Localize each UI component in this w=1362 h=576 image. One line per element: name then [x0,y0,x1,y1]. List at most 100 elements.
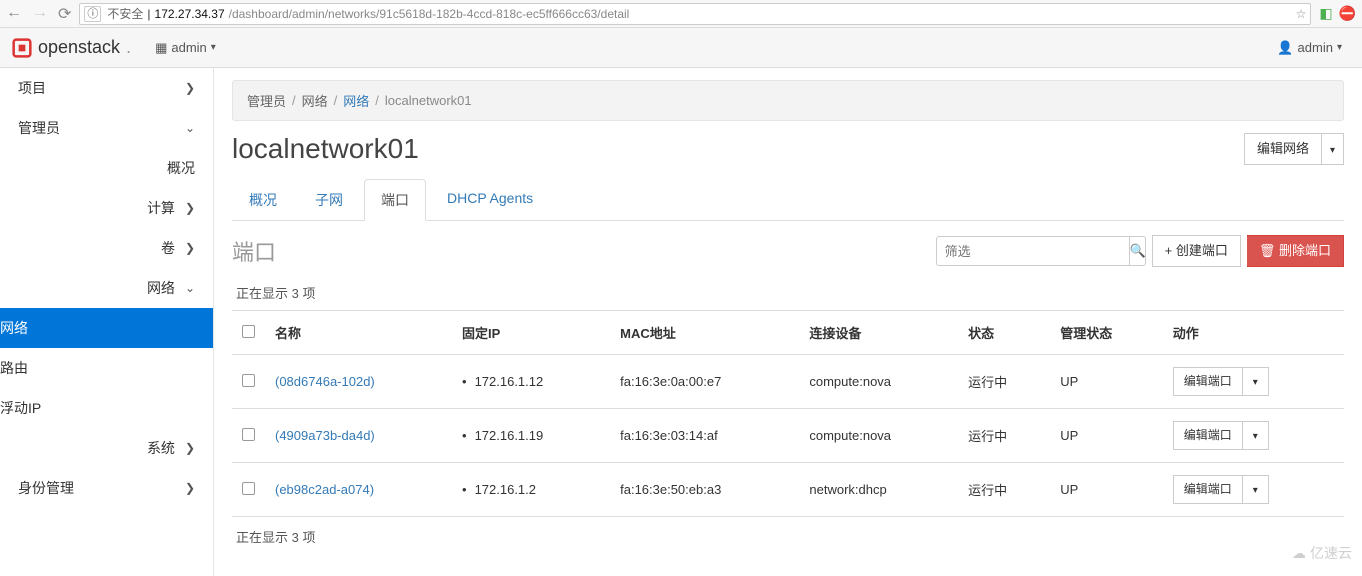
sidebar-item-identity[interactable]: 身份管理❯ [0,468,213,508]
section-title: 端口 [232,235,276,267]
status: 运行中 [958,355,1050,409]
col-status[interactable]: 状态 [958,311,1050,355]
search-icon: 🔍 [1130,243,1146,259]
edit-network-button[interactable]: 编辑网络 [1244,133,1322,165]
breadcrumb-network: 网络 [302,91,328,110]
chevron-down-icon: ▾ [1330,145,1335,156]
select-all-checkbox[interactable] [242,325,255,338]
sidebar-item-network-group[interactable]: 网络⌄ [0,268,213,308]
sidebar-item-compute[interactable]: 计算❯ [0,188,213,228]
url-host: 172.27.34.37 [155,7,225,21]
tab-overview[interactable]: 概况 [232,179,294,220]
row-actions-dropdown[interactable]: ▾ [1243,367,1269,396]
col-admin-state[interactable]: 管理状态 [1050,311,1162,355]
filter-box: 🔍 [936,236,1146,266]
row-checkbox[interactable] [242,374,255,387]
chevron-down-icon: ▾ [1253,377,1258,388]
row-actions-dropdown[interactable]: ▾ [1243,475,1269,504]
edit-port-button[interactable]: 编辑端口 [1173,367,1243,396]
search-button[interactable]: 🔍 [1129,237,1146,265]
col-mac[interactable]: MAC地址 [610,311,799,355]
table-caption-top: 正在显示 3 项 [232,275,1344,310]
port-name-link[interactable]: (4909a73b-da4d) [275,428,375,443]
brand-logo[interactable]: openstack. [12,37,131,58]
sidebar-item-project[interactable]: 项目❯ [0,68,213,108]
breadcrumb: 管理员 / 网络 / 网络 / localnetwork01 [232,80,1344,121]
chevron-down-icon: ▾ [211,42,216,53]
sidebar-item-overview[interactable]: 概况 [0,148,213,188]
chevron-right-icon: ❯ [185,241,195,255]
row-actions-dropdown[interactable]: ▾ [1243,421,1269,450]
table-row: (4909a73b-da4d)172.16.1.19fa:16:3e:03:14… [232,409,1344,463]
extension-icon[interactable]: ◧ [1319,5,1332,22]
edit-port-button[interactable]: 编辑端口 [1173,421,1243,450]
info-icon[interactable]: ⓘ [84,6,101,22]
col-device[interactable]: 连接设备 [799,311,958,355]
chevron-down-icon: ▾ [1253,431,1258,442]
chevron-right-icon: ❯ [185,81,195,95]
user-menu[interactable]: 👤 admin ▾ [1269,36,1350,60]
filter-input[interactable] [937,244,1129,259]
fixed-ip: 172.16.1.12 [462,374,543,389]
domain-switcher[interactable]: ▦ admin ▾ [147,36,224,60]
openstack-icon [12,38,32,58]
forward-icon[interactable]: → [32,4,48,24]
browser-chrome: ← → ⟳ ⓘ 不安全 | 172.27.34.37/dashboard/adm… [0,0,1362,28]
port-name-link[interactable]: (eb98c2ad-a074) [275,482,374,497]
admin-state: UP [1050,409,1162,463]
col-fixed-ip[interactable]: 固定IP [452,311,610,355]
breadcrumb-networks-link[interactable]: 网络 [343,91,369,110]
breadcrumb-current: localnetwork01 [385,93,472,108]
tabs: 概况 子网 端口 DHCP Agents [232,179,1344,221]
chevron-right-icon: ❯ [185,441,195,455]
user-icon: 👤 [1277,40,1293,56]
ports-table: 名称 固定IP MAC地址 连接设备 状态 管理状态 动作 (08d6746a-… [232,310,1344,516]
mac-address: fa:16:3e:50:eb:a3 [610,463,799,517]
chevron-down-icon: ▾ [1337,42,1342,53]
sidebar-item-networks[interactable]: 网络 [0,308,213,348]
back-icon[interactable]: ← [6,4,22,24]
chevron-down-icon: ⌄ [185,121,195,135]
attached-device: network:dhcp [799,463,958,517]
sidebar-item-floating-ips[interactable]: 浮动IP [0,388,213,428]
tab-dhcp-agents[interactable]: DHCP Agents [430,179,550,220]
sidebar-item-routers[interactable]: 路由 [0,348,213,388]
edit-network-dropdown[interactable]: ▾ [1322,133,1344,165]
reload-icon[interactable]: ⟳ [58,4,71,24]
breadcrumb-admin: 管理员 [247,91,286,110]
col-actions: 动作 [1163,311,1344,355]
sidebar: 项目❯ 管理员⌄ 概况 计算❯ 卷❯ 网络⌄ 网络 路由 浮动IP 系统❯ 身份 [0,68,214,576]
row-checkbox[interactable] [242,428,255,441]
table-row: (eb98c2ad-a074) 172.16.1.2 fa:16:3e:50:eb:… [232,463,1344,517]
chevron-right-icon: ❯ [185,201,195,215]
sidebar-item-volume[interactable]: 卷❯ [0,228,213,268]
tab-subnets[interactable]: 子网 [298,179,360,220]
chevron-down-icon: ▾ [1253,485,1258,496]
admin-state: UP [1050,355,1162,409]
chevron-down-icon: ⌄ [185,281,195,295]
row-checkbox[interactable] [242,482,255,495]
status: 运行中 [958,409,1050,463]
table-caption-bottom: 正在显示 3 项 [232,516,1344,556]
page-title: localnetwork01 [232,133,419,165]
edit-port-button[interactable]: 编辑端口 [1173,475,1243,504]
grid-icon: ▦ [155,40,167,56]
fixed-ip: 172.16.1.2 [462,482,536,497]
topbar: openstack. ▦ admin ▾ 👤 admin ▾ [0,28,1362,68]
sidebar-item-admin[interactable]: 管理员⌄ [0,108,213,148]
bookmark-icon[interactable]: ☆ [1296,7,1307,21]
tab-ports[interactable]: 端口 [364,179,426,221]
col-name[interactable]: 名称 [265,311,452,355]
table-row: (08d6746a-102d)172.16.1.12fa:16:3e:0a:00… [232,355,1344,409]
extension-adblock-icon[interactable]: ⛔ [1339,5,1356,22]
fixed-ip: 172.16.1.19 [462,428,543,443]
attached-device: compute:nova [799,355,958,409]
url-path: /dashboard/admin/networks/91c5618d-182b-… [229,7,630,21]
create-port-button[interactable]: + 创建端口 [1152,235,1241,267]
watermark: ☁ 亿速云 [1292,543,1352,563]
sidebar-item-system[interactable]: 系统❯ [0,428,213,468]
delete-ports-button[interactable]: 🗑 删除端口 [1247,235,1344,267]
port-name-link[interactable]: (08d6746a-102d) [275,374,375,389]
url-bar[interactable]: ⓘ 不安全 | 172.27.34.37/dashboard/admin/net… [79,3,1311,25]
insecure-label: 不安全 [107,5,143,22]
